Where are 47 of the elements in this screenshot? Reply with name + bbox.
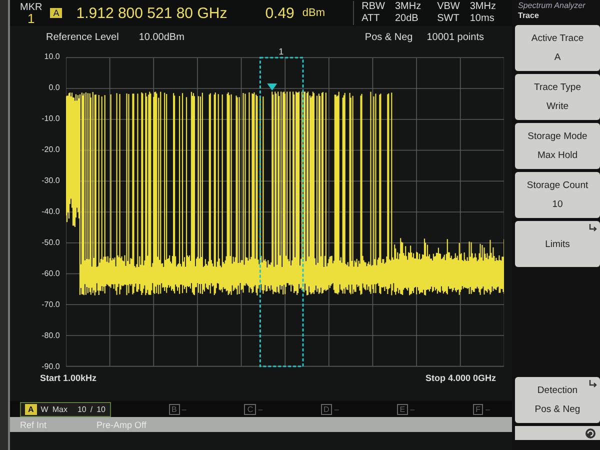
y-axis-label: -30.0 <box>42 176 60 186</box>
y-axis-label: -20.0 <box>42 145 60 155</box>
trace-status[interactable]: A W Max 10 / 10 <box>20 402 111 416</box>
marker-number: 1 <box>28 13 35 24</box>
back-circle-icon[interactable] <box>585 428 596 438</box>
y-axis-label: 0.0 <box>48 83 60 93</box>
setting-value: 3MHz <box>394 1 422 13</box>
softkey[interactable]: Active Trace A <box>515 25 600 71</box>
setting-label: SWT <box>437 13 460 25</box>
marker-number-label: 1 <box>278 46 284 57</box>
trace-badge: A <box>50 8 62 18</box>
start-frequency: Start 1.00kHz <box>40 373 97 383</box>
status-text: Pre-Amp Off <box>96 420 146 430</box>
marker-frequency: 1.912 800 521 80 GHz <box>76 4 228 22</box>
y-axis-label: -60.0 <box>42 269 60 279</box>
submenu-arrow-icon <box>589 224 597 232</box>
status-text: Ref Int <box>20 420 47 430</box>
marker-label: MKR <box>20 2 42 13</box>
marker-unit: dBm <box>302 7 326 19</box>
setting-label: ATT <box>362 13 381 25</box>
y-axis-label: -80.0 <box>42 331 60 341</box>
submenu-arrow-icon <box>589 380 597 388</box>
app-title: Spectrum Analyzer <box>518 1 586 11</box>
setting-label: RBW <box>362 1 385 13</box>
setting-value: 10ms <box>470 13 496 25</box>
setting-value: 20dB <box>394 13 420 25</box>
softkey[interactable]: Limits <box>515 221 600 267</box>
softkey[interactable]: Trace Type Write <box>515 74 600 120</box>
y-axis-label: -10.0 <box>42 114 60 124</box>
detector-text: Pos & Neg <box>364 32 413 43</box>
softkey[interactable]: Storage Count 10 <box>515 172 600 218</box>
y-axis-label: -90.0 <box>42 362 60 372</box>
reference-level-value: 10.00dBm <box>138 32 184 43</box>
menu-title: Trace <box>518 11 540 21</box>
points-text: 10001 points <box>426 32 484 43</box>
setting-label: VBW <box>437 1 460 13</box>
marker-level: 0.49 <box>265 4 294 22</box>
y-axis-label: 10.0 <box>44 52 60 62</box>
y-axis-label: -70.0 <box>42 300 60 310</box>
y-axis-label: -40.0 <box>42 207 60 217</box>
softkey[interactable]: Storage Mode Max Hold <box>515 123 600 169</box>
softkey[interactable]: Detection Pos & Neg <box>515 377 600 423</box>
stop-frequency: Stop 4.000 0GHz <box>425 373 496 383</box>
setting-value: 3MHz <box>470 1 496 13</box>
marker-triangle-icon <box>267 84 277 90</box>
reference-level-label: Reference Level <box>46 32 119 43</box>
y-axis-label: -50.0 <box>42 238 60 248</box>
